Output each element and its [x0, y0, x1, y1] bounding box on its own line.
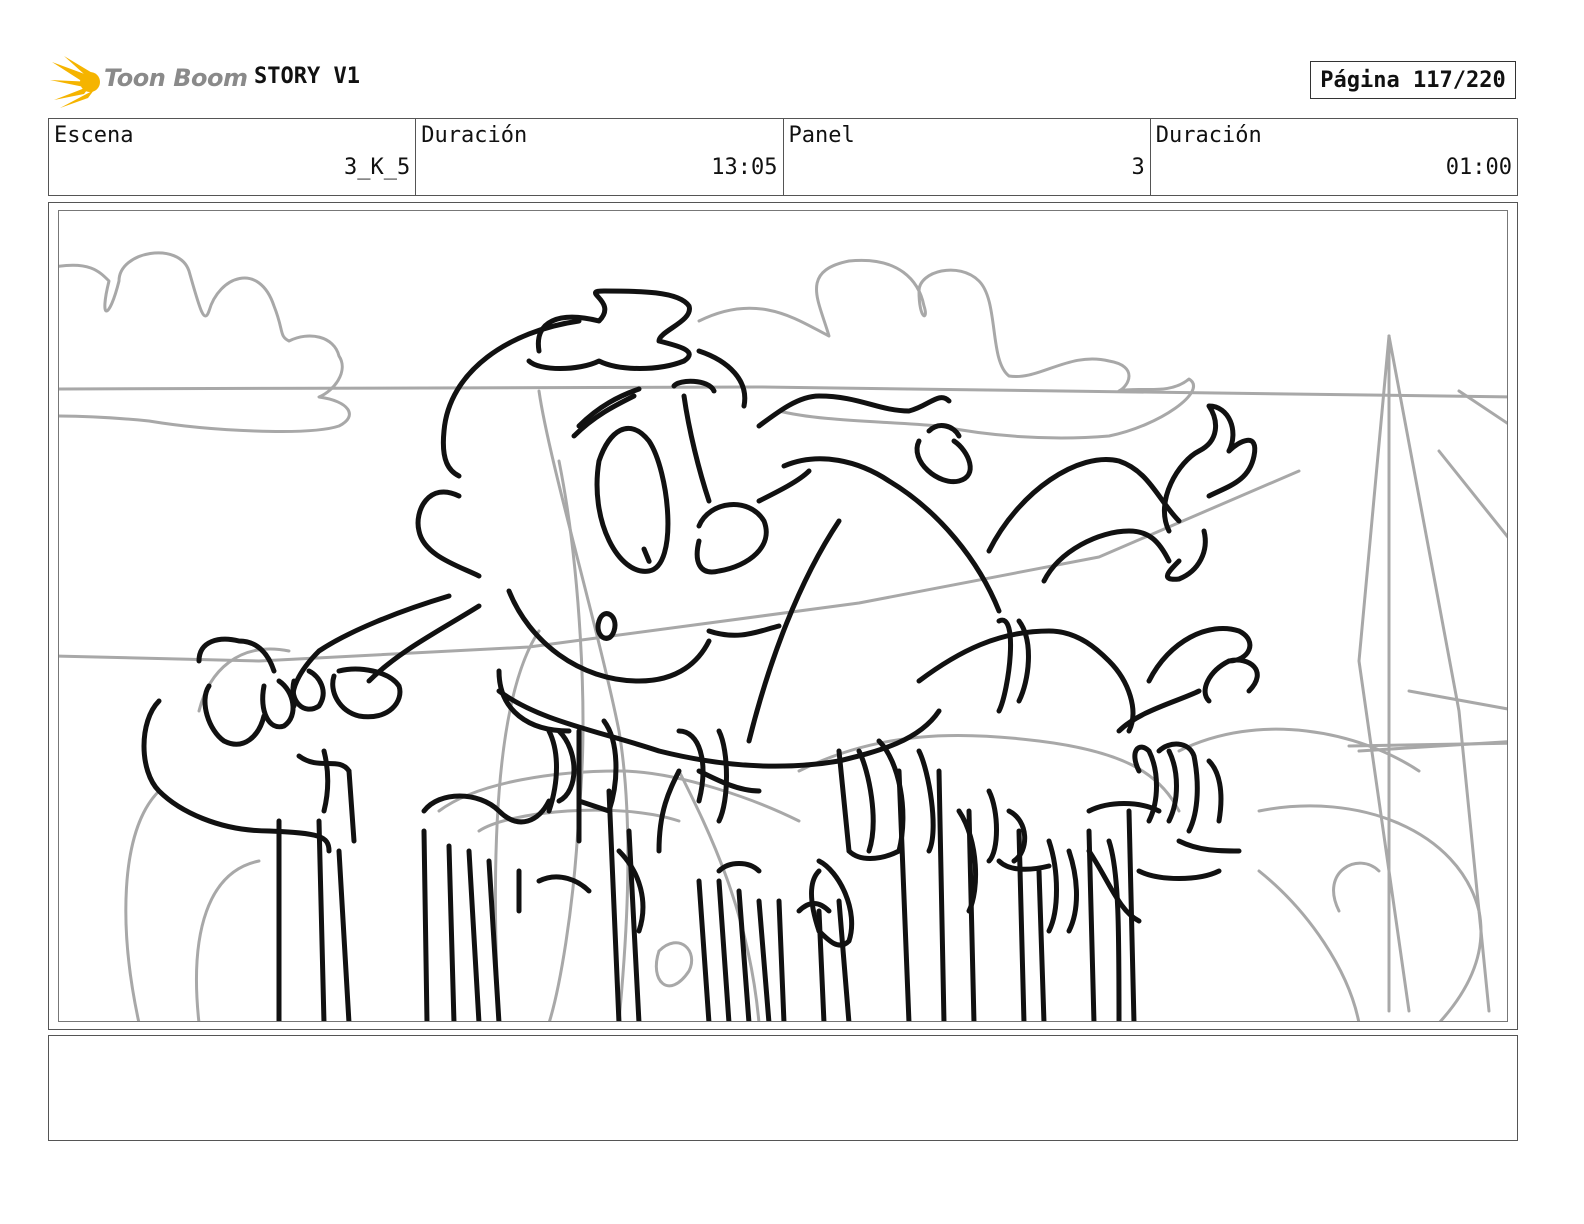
panel-duration-cell: Duración 01:00 [1151, 119, 1517, 195]
panel-cell: Panel 3 [784, 119, 1151, 195]
character-sketch [141, 288, 1260, 1021]
page-number: Página 117/220 [1310, 61, 1516, 99]
storyboard-panel [58, 210, 1508, 1022]
panel-label: Panel [788, 123, 855, 148]
scene-label: Escena [54, 123, 134, 148]
notes-box [48, 1035, 1518, 1141]
scene-duration-label: Duración [421, 123, 528, 148]
scene-duration-value: 13:05 [711, 155, 778, 180]
storyboard-sketch [59, 251, 1507, 1021]
scene-value: 3_K_5 [344, 155, 411, 180]
panel-duration-value: 01:00 [1445, 155, 1512, 180]
info-table: Escena 3_K_5 Duración 13:05 Panel 3 Dura… [48, 118, 1518, 196]
panel-value: 3 [1131, 155, 1145, 180]
project-title: STORY V1 [254, 64, 360, 89]
panel-duration-label: Duración [1155, 123, 1262, 148]
scene-duration-cell: Duración 13:05 [416, 119, 784, 195]
logo-text: Toon Boom [104, 64, 248, 92]
scene-cell: Escena 3_K_5 [49, 119, 417, 195]
